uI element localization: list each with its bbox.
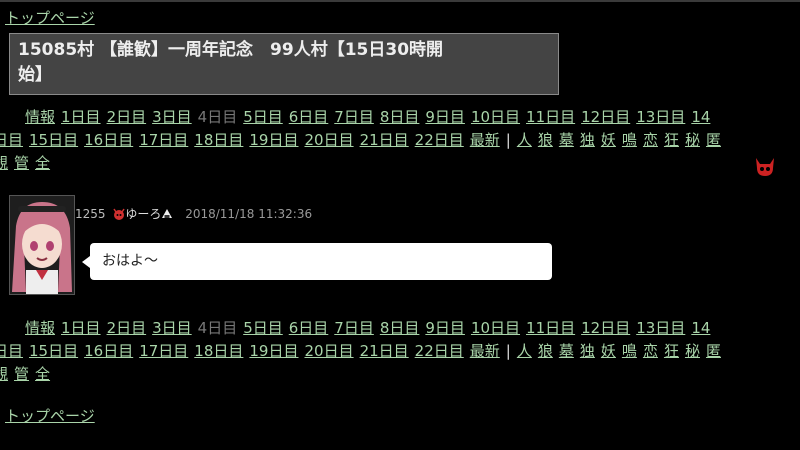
nav-day-link[interactable]: 7日目 <box>334 319 374 337</box>
nav-day-link[interactable]: 16日目 <box>84 342 133 360</box>
role-filter-link[interactable]: 人 <box>517 131 532 149</box>
nav-day-link[interactable]: 8日目 <box>380 108 420 126</box>
role-filter-link[interactable]: 恋 <box>643 131 658 149</box>
role-filter-link[interactable]: 独 <box>580 342 595 360</box>
top-page-link[interactable]: トップページ <box>5 7 95 28</box>
post-timestamp: 2018/11/18 11:32:36 <box>185 207 313 221</box>
nav-day-link[interactable]: 22日目 <box>415 131 464 149</box>
title-line-2: 始】 <box>18 65 52 85</box>
nav-day-link[interactable]: 3日目 <box>152 108 192 126</box>
nav-day-link[interactable]: 19日目 <box>249 131 298 149</box>
role-filter-link[interactable]: 秘 <box>685 342 700 360</box>
nav-day-link[interactable]: 2日目 <box>107 108 147 126</box>
nav-day-link[interactable]: 1日目 <box>61 108 101 126</box>
nav-latest-link[interactable]: 最新 <box>470 342 500 360</box>
role-filter-link[interactable]: 狼 <box>538 342 553 360</box>
post-meta: 1255 ゆーろ 2018/11/18 11:32:36 <box>75 205 312 222</box>
role-filter-link[interactable]: 人 <box>517 342 532 360</box>
nav-day-link[interactable]: 11日目 <box>526 319 575 337</box>
onigiri-icon <box>162 209 173 218</box>
title-line-1: 15085村 【誰歓】一周年記念 99人村【15日30時開 <box>18 40 444 60</box>
nav-day-link[interactable]: 22日目 <box>415 342 464 360</box>
nav-day-link[interactable]: 7日目 <box>334 108 374 126</box>
nav-day-link[interactable]: 17日目 <box>139 342 188 360</box>
player-avatar <box>9 195 75 295</box>
role-filter-link[interactable]: 観 <box>0 154 8 172</box>
nav-day-link[interactable]: 5日目 <box>243 319 283 337</box>
player-name[interactable]: ゆーろ <box>125 207 161 221</box>
nav-day-link-14-end[interactable]: 日目 <box>0 342 23 360</box>
nav-info-link[interactable]: 情報 <box>25 319 55 337</box>
role-filter-link[interactable]: 鳴 <box>622 342 637 360</box>
day-navigation-top: 情報 1日目 2日目 3日目 4日目 5日目 6日目 7日目 8日目 9日目 10日目 11日目 12日… <box>0 106 764 175</box>
nav-separator: | <box>505 131 511 149</box>
role-filter-link[interactable]: 妖 <box>601 131 616 149</box>
role-filter-link[interactable]: 匿 <box>706 342 721 360</box>
nav-day-link[interactable]: 12日目 <box>581 108 630 126</box>
role-filter-link[interactable]: 管 <box>14 154 29 172</box>
role-filter-link[interactable]: 鳴 <box>622 131 637 149</box>
nav-day-link[interactable]: 21日目 <box>360 342 409 360</box>
nav-day-link[interactable]: 6日目 <box>289 319 329 337</box>
nav-day-link[interactable]: 18日目 <box>194 131 243 149</box>
nav-day-link[interactable]: 5日目 <box>243 108 283 126</box>
nav-day-link[interactable]: 15日目 <box>29 342 78 360</box>
village-title: 15085村 【誰歓】一周年記念 99人村【15日30時開 始】 <box>9 33 559 95</box>
nav-day-link[interactable]: 21日目 <box>360 131 409 149</box>
character-portrait <box>10 196 74 294</box>
post-number: 1255 <box>75 207 106 221</box>
message-text: おはよ～ <box>102 253 158 269</box>
devil-icon[interactable] <box>754 156 776 178</box>
role-filter-link[interactable]: 妖 <box>601 342 616 360</box>
role-filter-link[interactable]: 墓 <box>559 342 574 360</box>
role-filter-link[interactable]: 匿 <box>706 131 721 149</box>
role-filter-link[interactable]: 独 <box>580 131 595 149</box>
day-navigation-bottom: 情報 1日目 2日目 3日目 4日目 5日目 6日目 7日目 8日目 9日目 10日目 11日目 12日… <box>0 317 764 386</box>
nav-day-link[interactable]: 15日目 <box>29 131 78 149</box>
role-filter-link[interactable]: 恋 <box>643 342 658 360</box>
nav-day-link[interactable]: 10日目 <box>471 319 520 337</box>
nav-day-link-14-start[interactable]: 14 <box>691 108 710 126</box>
nav-day-link[interactable]: 8日目 <box>380 319 420 337</box>
nav-info-link[interactable]: 情報 <box>25 108 55 126</box>
role-filter-link[interactable]: 管 <box>14 365 29 383</box>
nav-day-link[interactable]: 9日目 <box>425 108 465 126</box>
nav-day-link[interactable]: 13日目 <box>636 108 685 126</box>
nav-current-day: 4日目 <box>197 319 238 337</box>
nav-day-link[interactable]: 20日目 <box>304 342 353 360</box>
role-filter-link[interactable]: 秘 <box>685 131 700 149</box>
role-filter-link[interactable]: 全 <box>35 154 50 172</box>
nav-latest-link[interactable]: 最新 <box>470 131 500 149</box>
top-border <box>0 0 800 2</box>
role-filter-link[interactable]: 墓 <box>559 131 574 149</box>
nav-day-link[interactable]: 11日目 <box>526 108 575 126</box>
nav-day-link[interactable]: 18日目 <box>194 342 243 360</box>
nav-day-link-14-start[interactable]: 14 <box>691 319 710 337</box>
role-filter-link[interactable]: 狂 <box>664 131 679 149</box>
nav-day-link[interactable]: 1日目 <box>61 319 101 337</box>
nav-day-link[interactable]: 2日目 <box>107 319 147 337</box>
nav-day-link[interactable]: 20日目 <box>304 131 353 149</box>
nav-day-link[interactable]: 3日目 <box>152 319 192 337</box>
nav-current-day: 4日目 <box>197 108 238 126</box>
nav-day-link[interactable]: 10日目 <box>471 108 520 126</box>
bottom-page-link[interactable]: トップページ <box>5 405 95 426</box>
nav-day-link[interactable]: 19日目 <box>249 342 298 360</box>
role-filter-link[interactable]: 全 <box>35 365 50 383</box>
nav-day-link[interactable]: 6日目 <box>289 108 329 126</box>
nav-separator: | <box>505 342 511 360</box>
nav-day-link[interactable]: 17日目 <box>139 131 188 149</box>
message-bubble: おはよ～ <box>82 243 552 280</box>
role-filter-link[interactable]: 狂 <box>664 342 679 360</box>
nav-day-link[interactable]: 16日目 <box>84 131 133 149</box>
role-filter-link[interactable]: 観 <box>0 365 8 383</box>
role-filter-link[interactable]: 狼 <box>538 131 553 149</box>
nav-day-link-14-end[interactable]: 日目 <box>0 131 23 149</box>
nav-day-link[interactable]: 13日目 <box>636 319 685 337</box>
devil-icon <box>113 208 125 220</box>
nav-day-link[interactable]: 12日目 <box>581 319 630 337</box>
nav-day-link[interactable]: 9日目 <box>425 319 465 337</box>
